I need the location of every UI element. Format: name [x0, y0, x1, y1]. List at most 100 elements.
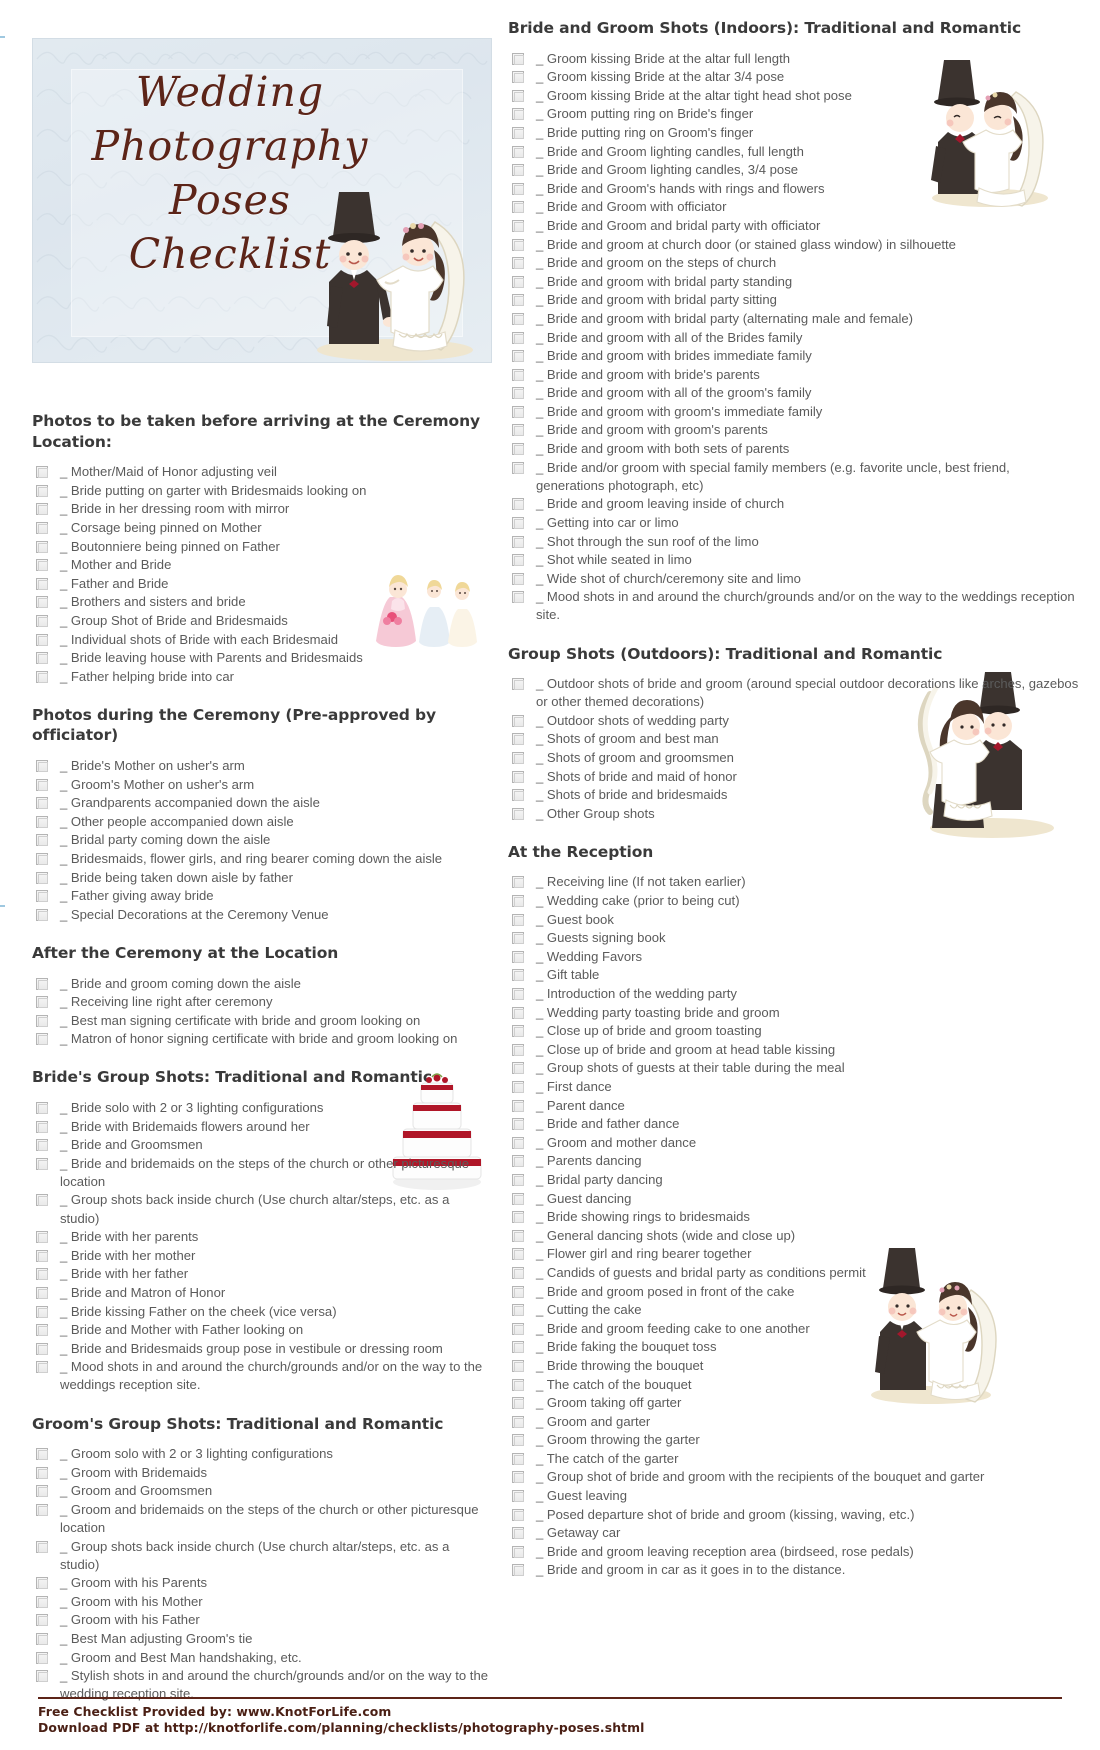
- checkbox-icon[interactable]: [512, 387, 524, 400]
- checkbox-icon[interactable]: [512, 807, 524, 820]
- checkbox-icon[interactable]: [36, 1633, 48, 1646]
- checklist-item[interactable]: _ Bride showing rings to bridesmaids: [508, 1208, 1080, 1226]
- checkbox-icon[interactable]: [36, 797, 48, 810]
- checklist-item[interactable]: _ Guest book: [508, 911, 1080, 929]
- checkbox-icon[interactable]: [36, 1014, 48, 1027]
- checklist-item[interactable]: _ Bride and groom with bridal party stan…: [508, 273, 1080, 291]
- checklist-item[interactable]: _ Bride and groom with bridal party (alt…: [508, 310, 1080, 328]
- checkbox-icon[interactable]: [512, 182, 524, 195]
- checkbox-icon[interactable]: [36, 633, 48, 646]
- checklist-item[interactable]: _ Groom with his Parents: [32, 1574, 490, 1592]
- checkbox-icon[interactable]: [36, 522, 48, 534]
- checkbox-icon[interactable]: [36, 466, 48, 479]
- checkbox-icon[interactable]: [36, 1670, 48, 1683]
- checkbox-icon[interactable]: [512, 201, 524, 214]
- checkbox-icon[interactable]: [36, 1305, 48, 1318]
- checklist-item[interactable]: _ Groom with his Mother: [32, 1593, 490, 1611]
- checklist-item[interactable]: _ Groom kissing Bride at the altar tight…: [508, 87, 1080, 105]
- checkbox-icon[interactable]: [512, 1266, 524, 1279]
- checkbox-icon[interactable]: [512, 145, 524, 158]
- checkbox-icon[interactable]: [512, 275, 524, 288]
- checkbox-icon[interactable]: [512, 312, 524, 325]
- checklist-item[interactable]: _ Bride putting on garter with Bridesmai…: [32, 482, 490, 500]
- checkbox-icon[interactable]: [512, 164, 524, 177]
- checklist-item[interactable]: _ Bride being taken down aisle by father: [32, 869, 490, 887]
- checklist-item[interactable]: _ Groom solo with 2 or 3 lighting config…: [32, 1445, 490, 1463]
- checklist-item[interactable]: _ Groom and garter: [508, 1413, 1080, 1431]
- checklist-item[interactable]: _ Groom and bridemaids on the steps of t…: [32, 1501, 490, 1537]
- checkbox-icon[interactable]: [512, 1545, 524, 1558]
- checkbox-icon[interactable]: [36, 503, 48, 516]
- checkbox-icon[interactable]: [36, 908, 48, 921]
- checkbox-icon[interactable]: [512, 895, 524, 908]
- checklist-item[interactable]: _ Special Decorations at the Ceremony Ve…: [32, 906, 490, 924]
- checkbox-icon[interactable]: [36, 871, 48, 884]
- checkbox-icon[interactable]: [36, 596, 48, 609]
- checklist-item[interactable]: _ Shots of groom and groomsmen: [508, 749, 1080, 767]
- checklist-item[interactable]: _ Close up of bride and groom toasting: [508, 1022, 1080, 1040]
- checkbox-icon[interactable]: [36, 1249, 48, 1262]
- checklist-item[interactable]: _ Bride and groom in car as it goes in t…: [508, 1561, 1080, 1579]
- checklist-item[interactable]: _ Bridal party coming down the aisle: [32, 831, 490, 849]
- checklist-item[interactable]: _ The catch of the garter: [508, 1450, 1080, 1468]
- checklist-item[interactable]: _ Bride and groom with groom's parents: [508, 421, 1080, 439]
- checklist-item[interactable]: _ Parent dance: [508, 1097, 1080, 1115]
- checklist-item[interactable]: _ Bride and groom at church door (or sta…: [508, 236, 1080, 254]
- checkbox-icon[interactable]: [512, 219, 524, 232]
- checkbox-icon[interactable]: [512, 1564, 524, 1577]
- checklist-item[interactable]: _ Corsage being pinned on Mother: [32, 519, 490, 537]
- checkbox-icon[interactable]: [36, 1139, 48, 1152]
- checkbox-icon[interactable]: [36, 1651, 48, 1664]
- checkbox-icon[interactable]: [36, 1157, 48, 1170]
- checklist-item[interactable]: _ Groom's Mother on usher's arm: [32, 776, 490, 794]
- checklist-item[interactable]: _ Other people accompanied down aisle: [32, 813, 490, 831]
- checkbox-icon[interactable]: [36, 834, 48, 847]
- checkbox-icon[interactable]: [36, 1540, 48, 1553]
- checkbox-icon[interactable]: [36, 577, 48, 590]
- checklist-item[interactable]: _ Bride and Matron of Honor: [32, 1284, 490, 1302]
- checkbox-icon[interactable]: [36, 1102, 48, 1114]
- checklist-item[interactable]: _ Bride and groom with bridal party sitt…: [508, 291, 1080, 309]
- checklist-item[interactable]: _ Guest dancing: [508, 1190, 1080, 1208]
- checklist-item[interactable]: _ Bride and groom with all of the Brides…: [508, 329, 1080, 347]
- checkbox-icon[interactable]: [36, 1268, 48, 1281]
- checklist-item[interactable]: _ Bride and groom leaving reception area…: [508, 1543, 1080, 1561]
- checklist-item[interactable]: _ Bride putting ring on Groom's finger: [508, 124, 1080, 142]
- checklist-item[interactable]: _ Groom with Bridemaids: [32, 1464, 490, 1482]
- checkbox-icon[interactable]: [36, 1324, 48, 1337]
- checklist-item[interactable]: _ Group shots back inside church (Use ch…: [32, 1191, 490, 1227]
- checkbox-icon[interactable]: [36, 614, 48, 627]
- checkbox-icon[interactable]: [512, 932, 524, 945]
- checkbox-icon[interactable]: [512, 1304, 524, 1317]
- checkbox-icon[interactable]: [512, 1527, 524, 1540]
- checkbox-icon[interactable]: [512, 535, 524, 548]
- checklist-item[interactable]: _ Outdoor shots of wedding party: [508, 712, 1080, 730]
- checklist-item[interactable]: _ Groom kissing Bride at the altar 3/4 p…: [508, 68, 1080, 86]
- checklist-item[interactable]: _ Bride and Mother with Father looking o…: [32, 1321, 490, 1339]
- checklist-item[interactable]: _ Mood shots in and around the church/gr…: [508, 588, 1080, 624]
- checkbox-icon[interactable]: [512, 257, 524, 270]
- checkbox-icon[interactable]: [512, 1062, 524, 1075]
- checklist-item[interactable]: _ Bride and bridemaids on the steps of t…: [32, 1155, 490, 1191]
- checkbox-icon[interactable]: [512, 1378, 524, 1391]
- checklist-item[interactable]: _ Shots of groom and best man: [508, 730, 1080, 748]
- checkbox-icon[interactable]: [512, 789, 524, 802]
- checklist-item[interactable]: _ Bride and Groom and bridal party with …: [508, 217, 1080, 235]
- checkbox-icon[interactable]: [36, 760, 48, 773]
- checklist-item[interactable]: _ Bride and Groomsmen: [32, 1136, 490, 1154]
- checkbox-icon[interactable]: [36, 1231, 48, 1244]
- checklist-item[interactable]: _ Guest leaving: [508, 1487, 1080, 1505]
- checkbox-icon[interactable]: [512, 678, 524, 691]
- checklist-item[interactable]: _ Bride with her parents: [32, 1228, 490, 1246]
- checkbox-icon[interactable]: [512, 368, 524, 381]
- checkbox-icon[interactable]: [36, 1614, 48, 1627]
- checklist-item[interactable]: _ Bride with her mother: [32, 1247, 490, 1265]
- checkbox-icon[interactable]: [36, 1120, 48, 1133]
- checkbox-icon[interactable]: [512, 1211, 524, 1224]
- checklist-item[interactable]: _ Wedding cake (prior to being cut): [508, 892, 1080, 910]
- checkbox-icon[interactable]: [512, 89, 524, 102]
- checkbox-icon[interactable]: [512, 1248, 524, 1261]
- checklist-item[interactable]: _ Best man signing certificate with brid…: [32, 1012, 490, 1030]
- checkbox-icon[interactable]: [36, 996, 48, 1009]
- checkbox-icon[interactable]: [512, 1173, 524, 1186]
